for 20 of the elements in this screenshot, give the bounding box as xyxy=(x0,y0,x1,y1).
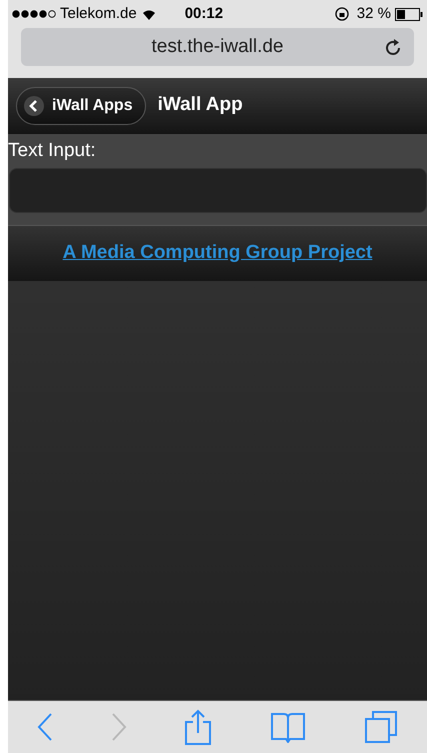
share-icon xyxy=(184,709,212,745)
back-icon xyxy=(36,712,53,742)
text-input-field[interactable] xyxy=(9,168,427,213)
address-bar[interactable]: test.the-iwall.de xyxy=(21,28,414,66)
wifi-icon xyxy=(140,8,157,20)
reload-icon[interactable] xyxy=(386,38,402,56)
forward-icon xyxy=(110,712,127,742)
signal-icon xyxy=(12,10,56,18)
chevron-left-icon xyxy=(24,96,44,116)
carrier-name: Telekom.de xyxy=(60,4,137,24)
battery-icon xyxy=(395,8,423,20)
back-button[interactable]: iWall Apps xyxy=(16,86,146,124)
tabs-icon xyxy=(364,710,398,744)
field-label: Text Input: xyxy=(8,139,97,163)
book-icon xyxy=(270,711,306,743)
rotation-lock-icon xyxy=(334,7,349,21)
page-title: iWall App xyxy=(158,93,243,118)
url-text: test.the-iwall.de xyxy=(151,34,284,59)
battery-percent: 32 % xyxy=(356,4,391,24)
clock-time: 00:12 xyxy=(184,4,224,24)
